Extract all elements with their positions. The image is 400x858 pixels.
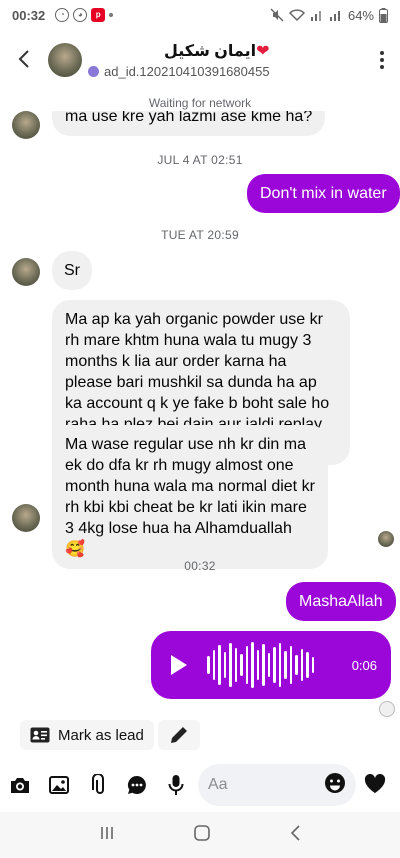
network-status: Waiting for network <box>148 96 252 110</box>
paperclip-icon[interactable] <box>78 774 117 796</box>
ad-id: ad_id.120210410391680455 <box>104 64 270 79</box>
pinterest-icon: p <box>91 8 106 22</box>
voice-duration: 0:06 <box>351 657 377 673</box>
status-bar: 00:32 ◔ ◕ p 64% <box>0 0 400 30</box>
outgoing-message[interactable]: Don't mix in water <box>247 174 400 213</box>
incoming-message[interactable]: Ma wase regular use nh kr din ma ek do d… <box>52 425 328 569</box>
mark-as-lead-label: Mark as lead <box>58 726 144 744</box>
system-nav-bar <box>0 812 400 858</box>
system-back-icon[interactable] <box>289 824 301 847</box>
seen-avatar <box>379 701 395 717</box>
status-time: 00:32 <box>12 7 46 23</box>
home-icon[interactable] <box>193 824 211 847</box>
heart-icon: ❤ <box>256 43 270 60</box>
microphone-icon[interactable] <box>156 774 195 796</box>
camera-icon[interactable] <box>0 775 39 795</box>
contact-name-row: ❤ایمان شکیل <box>88 41 270 61</box>
voice-message[interactable]: 0:06 <box>151 631 391 699</box>
incoming-message[interactable]: Sr <box>52 251 92 290</box>
edit-button[interactable] <box>158 720 200 750</box>
partial-message-clip: ma use kre yah lazmi ase kme ha? <box>0 111 400 141</box>
date-separator: JUL 4 AT 02:51 <box>157 153 243 167</box>
contact-info[interactable]: ❤ایمان شکیل ad_id.120210410391680455 <box>88 41 270 79</box>
outgoing-message[interactable]: MashaAllah <box>286 582 396 621</box>
battery-level: 64% <box>347 7 374 23</box>
incoming-message[interactable]: ma use kre yah lazmi ase kme ha? <box>52 111 326 136</box>
message-input-placeholder: Aa <box>208 776 228 793</box>
wifi-icon <box>288 9 305 22</box>
signal-icon-2 <box>329 11 340 21</box>
ad-id-row: ad_id.120210410391680455 <box>88 64 270 79</box>
ad-id-dot-icon <box>88 66 99 77</box>
notification-dot-icon <box>109 13 114 17</box>
sender-avatar <box>12 504 40 532</box>
pencil-icon <box>171 727 187 743</box>
gallery-icon[interactable] <box>39 776 78 794</box>
seen-avatar <box>378 531 394 547</box>
mute-icon <box>270 8 284 22</box>
back-arrow-icon[interactable] <box>0 45 48 76</box>
contact-avatar[interactable] <box>48 43 82 77</box>
play-icon[interactable] <box>171 655 187 675</box>
heart-send-icon[interactable] <box>364 773 386 799</box>
contact-name: ایمان شکیل <box>163 43 257 60</box>
sender-avatar <box>12 111 40 139</box>
waveform <box>207 640 314 690</box>
sender-avatar <box>12 258 40 286</box>
date-separator: TUE AT 20:59 <box>161 228 239 242</box>
contact-card-icon <box>30 727 50 743</box>
date-separator: 00:32 <box>184 559 216 573</box>
saved-replies-icon[interactable] <box>117 774 156 796</box>
composer: Aa <box>0 762 400 808</box>
message-input[interactable]: Aa <box>198 764 356 806</box>
kebab-menu-icon[interactable] <box>364 50 400 70</box>
messenger-icon: ◕ <box>73 8 88 22</box>
recent-apps-icon[interactable] <box>99 825 115 846</box>
mark-as-lead-button[interactable]: Mark as lead <box>20 720 154 750</box>
emoji-icon[interactable] <box>324 772 346 799</box>
signal-icon-1 <box>310 11 321 21</box>
chat-header: ❤ایمان شکیل ad_id.120210410391680455 <box>0 30 400 90</box>
battery-icon <box>379 7 388 23</box>
whatsapp-icon: ◔ <box>55 8 70 22</box>
